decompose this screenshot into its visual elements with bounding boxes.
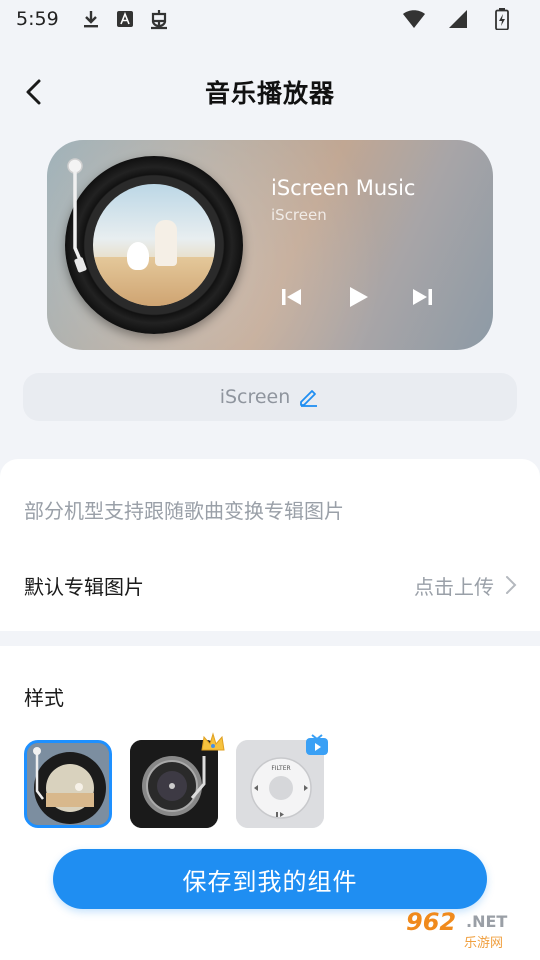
status-time: 5:59 [16,8,59,30]
track-title: iScreen Music [271,176,416,200]
previous-button[interactable] [277,282,307,312]
style-label: 样式 [24,686,64,710]
play-button[interactable] [343,282,373,312]
save-to-widgets-button[interactable]: 保存到我的组件 [53,849,487,909]
upload-action[interactable]: 点击上传 [414,571,494,600]
chevron-right-icon [506,576,517,594]
style-option-turntable[interactable] [130,732,225,828]
style-option-vinyl[interactable] [24,740,112,828]
site-watermark-logo: 962 .NET 乐游网 [402,908,534,954]
previous-icon [282,289,301,305]
widget-name-value: iScreen [219,386,291,408]
play-icon [350,287,368,307]
crown-badge-icon [200,732,226,754]
vinyl-thumbnail [27,743,109,825]
track-artist: iScreen [271,206,327,224]
video-badge-icon [304,734,330,756]
style-option-ipod[interactable]: FILTER [236,734,328,828]
music-widget-preview: iScreen Music iScreen [47,140,493,350]
bug-icon [147,7,171,31]
default-album-label: 默认专辑图片 [24,575,144,599]
next-icon [413,289,432,305]
download-icon [79,7,103,31]
album-hint-text: 部分机型支持跟随歌曲变换专辑图片 [24,499,344,523]
widget-name-field[interactable]: iScreen [23,373,517,421]
page-title: 音乐播放器 [204,79,335,108]
header: 音乐播放器 [0,60,540,124]
watermark-number: 962 [406,908,457,936]
tonearm-icon [67,158,87,273]
album-art [93,184,215,306]
status-bar: 5:59 [0,0,540,38]
vinyl-record [65,156,243,334]
thumb-filter-text: FILTER [271,765,290,772]
battery-charging-icon [490,7,514,31]
back-arrow-icon [26,79,41,105]
album-settings-panel: 部分机型支持跟随歌曲变换专辑图片 默认专辑图片 点击上传 [0,459,540,631]
signal-icon [446,7,470,31]
translate-icon [113,7,137,31]
back-button[interactable] [12,70,56,114]
edit-pencil-icon [300,390,318,407]
wifi-icon [402,7,426,31]
watermark-suffix: .NET [466,912,508,931]
watermark-chinese: 乐游网 [464,936,504,951]
default-album-row[interactable]: 默认专辑图片 点击上传 [0,555,540,615]
next-button[interactable] [407,282,437,312]
